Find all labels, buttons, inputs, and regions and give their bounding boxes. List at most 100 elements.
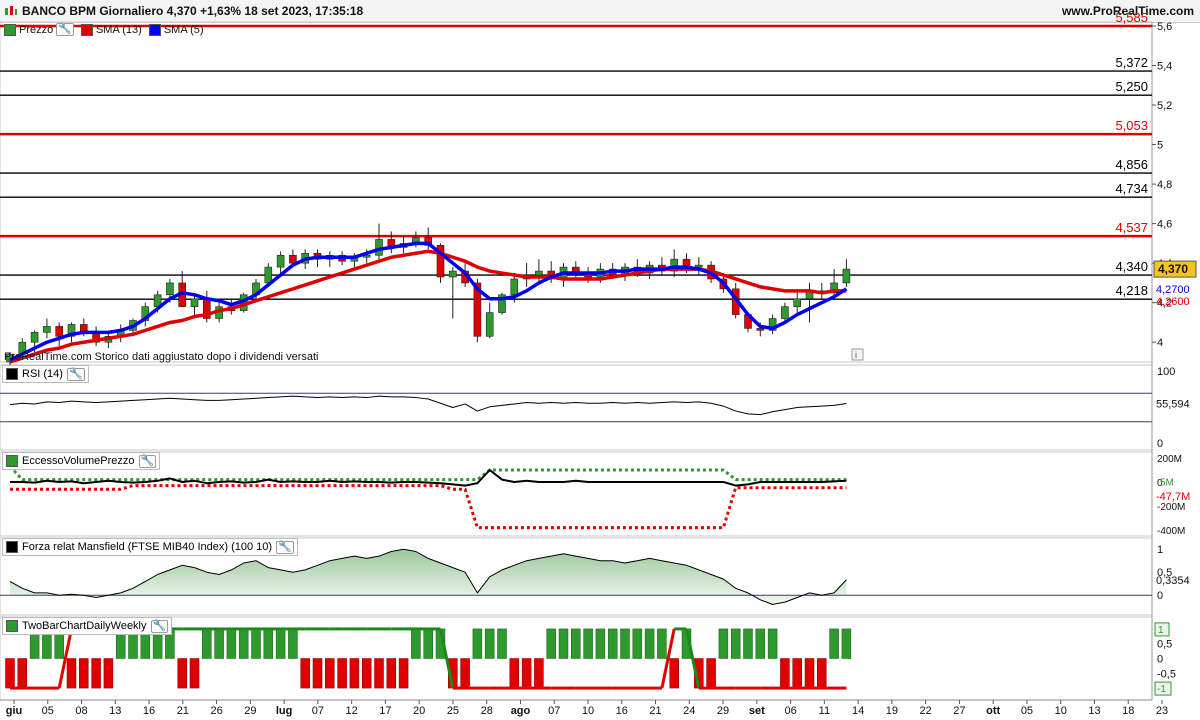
eccesso-panel-label[interactable]: EccessoVolumePrezzo 🔧 (2, 452, 161, 470)
mansfield-panel-label[interactable]: Forza relat Mansfield (FTSE MIB40 Index)… (2, 538, 298, 556)
price-y-tick-label: 4 (1157, 337, 1163, 349)
twobar-bar-up (583, 628, 593, 659)
x-axis-tick-label: 29 (244, 705, 256, 717)
twobar-bar-up (484, 628, 495, 659)
sma5-value-label: 4,2700 (1156, 284, 1190, 296)
x-axis-tick-label: 08 (75, 705, 87, 717)
twobar-bar-down (792, 658, 802, 689)
candle-up (694, 264, 703, 268)
twobar-bar-down (521, 658, 532, 689)
x-axis-tick-label: set (749, 705, 765, 717)
x-axis-tick-label: 05 (1021, 705, 1033, 717)
twobar-bar-down (17, 658, 28, 689)
x-axis-tick-label: 25 (447, 705, 459, 717)
wrench-icon[interactable]: 🔧 (56, 23, 74, 36)
rsi-swatch (6, 368, 18, 380)
candle-up (781, 306, 789, 319)
twobar-bar-down (374, 658, 384, 689)
x-axis-tick-label: 14 (852, 705, 864, 717)
twobar-bar-down (386, 658, 397, 689)
x-axis-tick-label: 26 (210, 705, 222, 717)
wrench-icon[interactable]: 🔧 (66, 367, 85, 381)
horizontal-level-label: 4,218 (1115, 283, 1148, 298)
candle-up (485, 312, 494, 337)
twobar-bar-up (755, 628, 766, 659)
twobar-bar-up (632, 628, 643, 659)
price-y-tick-label: 4,6 (1157, 219, 1172, 231)
eccesso-y-tick-label: -200M (1157, 502, 1185, 513)
twobar-swatch (6, 620, 18, 632)
mansfield-swatch (6, 541, 18, 553)
panel-frame-price (0, 21, 1153, 363)
x-axis-tick-label: 12 (346, 705, 358, 717)
x-axis-tick-label: 21 (649, 705, 661, 717)
x-axis-tick-label: 21 (177, 705, 189, 717)
horizontal-level-label: 4,734 (1115, 181, 1148, 196)
twobar-bar-up (202, 628, 212, 659)
wrench-icon[interactable]: 🔧 (138, 454, 157, 468)
twobar-bar-up (472, 628, 483, 659)
rsi-panel-label[interactable]: RSI (14) 🔧 (2, 365, 89, 383)
horizontal-level-label: 5,585 (1115, 10, 1148, 25)
x-axis-tick-label: 11 (819, 705, 830, 717)
twobar-bar-up (251, 628, 261, 659)
twobar-bar-down (804, 658, 815, 689)
eccesso-black-line (10, 469, 847, 487)
horizontal-level-label: 4,856 (1115, 157, 1148, 172)
twobar-bar-down (337, 658, 347, 689)
horizontal-level-label: 5,053 (1115, 118, 1148, 133)
price-y-tick-label: 4,8 (1157, 179, 1172, 191)
horizontal-level-label: 5,250 (1115, 79, 1148, 94)
twobar-bar-up (718, 628, 729, 659)
candle-up (166, 282, 174, 296)
twobar-top-value: 1 (1158, 625, 1164, 636)
price-legend: Prezzo 🔧 SMA (13) SMA (5) (4, 23, 204, 36)
mansfield-y-tick-label: 1 (1157, 544, 1163, 556)
twobar-bar-up (423, 628, 433, 659)
x-axis-tick-label: giu (6, 705, 23, 717)
twobar-bar-down (189, 658, 200, 689)
twobar-bar-up (558, 628, 569, 659)
rsi-label-text: RSI (14) (22, 368, 63, 380)
candle-down (55, 326, 64, 337)
twobar-bar-down (817, 658, 827, 689)
twobar-bar-up (730, 628, 741, 659)
info-icon-glyph: i (855, 350, 857, 360)
x-axis-tick-label: 10 (582, 705, 594, 717)
wrench-icon[interactable]: 🔧 (276, 540, 294, 554)
twobar-bar-up (288, 628, 298, 659)
x-axis-tick-label: ago (511, 705, 531, 717)
twobar-label-text: TwoBarChartDailyWeekly (22, 620, 147, 632)
x-axis-tick-label: 10 (1055, 705, 1067, 717)
mansfield-current-value: 0,3354 (1156, 575, 1190, 587)
twobar-bar-up (743, 628, 753, 659)
horizontal-level-label: 4,340 (1115, 259, 1148, 274)
twobar-bar-up (411, 628, 421, 659)
sma5-legend-swatch (148, 23, 161, 36)
price-y-tick-label: 5,6 (1157, 21, 1172, 33)
eccesso-y-tick-label: 200M (1157, 454, 1182, 465)
watermark-text: ProRealTime.com Storico dati aggiustato … (4, 351, 319, 363)
x-axis-tick-label: 17 (379, 705, 391, 717)
wrench-icon[interactable]: 🔧 (150, 619, 169, 633)
sma5-line (9, 241, 848, 362)
candle-up (276, 254, 285, 268)
price-y-tick-label: 5 (1157, 140, 1163, 152)
twobar-bottom-value: -1 (1157, 684, 1166, 695)
twobar-bar-down (509, 658, 520, 689)
x-axis-tick-label: 16 (616, 705, 628, 717)
x-axis-tick-label: 06 (784, 705, 796, 717)
eccesso-red-value: -47,7M (1156, 491, 1190, 503)
mansfield-y-tick-label: 0 (1157, 590, 1163, 602)
twobar-bar-down (361, 658, 372, 689)
chart-window: BANCO BPM Giornaliero 4,370 +1,63% 18 se… (0, 0, 1200, 720)
sma5-legend-label: SMA (5) (163, 23, 204, 36)
sma13-line (9, 249, 847, 364)
twobar-bar-up (644, 628, 655, 659)
horizontal-level-label: 5,372 (1115, 55, 1148, 70)
twobar-bar-down (534, 658, 544, 689)
twobar-bar-down (103, 658, 114, 689)
twobar-panel-label[interactable]: TwoBarChartDailyWeekly 🔧 (2, 617, 173, 635)
twobar-bar-up (841, 628, 852, 659)
candle-up (43, 326, 51, 333)
